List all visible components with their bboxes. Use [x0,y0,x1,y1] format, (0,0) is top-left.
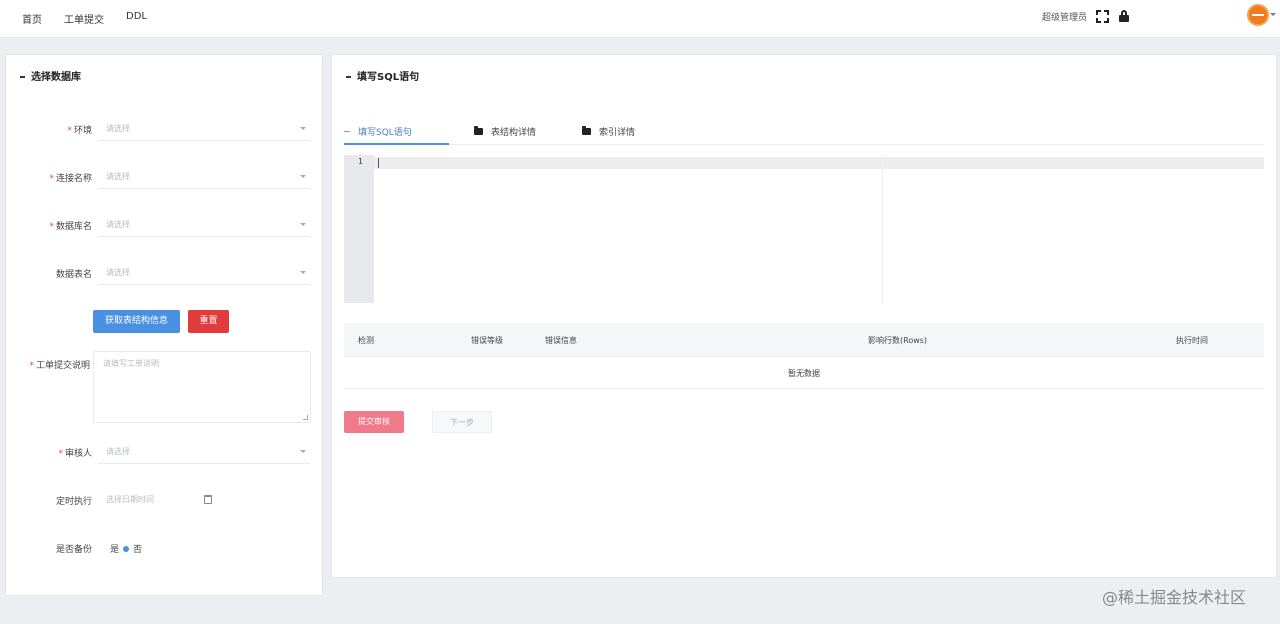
sql-code-editor[interactable]: 1 [344,155,1264,303]
database-select-panel: 选择数据库 * 环境 请选择 * 连接名称 请选择 * 数据库名 请选择 数据表名 请… [5,54,323,596]
tab-bar: 填写SQL语句 表结构详情 索引详情 [344,121,1264,145]
column-exec-time: 执行时间 [1176,336,1208,345]
check-result-table: 检测 错误等级 错误信息 影响行数(Rows) 执行时间 暂无数据 [344,323,1264,389]
backup-label: 是否备份 [55,545,92,555]
top-nav: 首页 工单提交 DDL [22,11,147,26]
editor-cursor [378,158,379,168]
description-label: 工单提交说明 [35,361,90,371]
approver-label: 审核人 [64,449,92,459]
table-header: 检测 错误等级 错误信息 影响行数(Rows) 执行时间 [344,323,1264,357]
sql-editor-panel: 填写SQL语句 填写SQL语句 表结构详情 索引详情 1 检测 错误等级 错误信… [331,54,1277,578]
connection-select[interactable]: 请选择 [98,165,310,189]
approver-row: * 审核人 请选择 [6,440,324,464]
radio-selected-icon[interactable] [123,545,130,552]
schedule-date-input[interactable]: 选择日期时间 [98,488,212,512]
top-navbar: 首页 工单提交 DDL 超级管理员 [0,0,1280,38]
database-label: 数据库名 [55,222,92,232]
chevron-down-icon [300,271,306,274]
tab-sql[interactable]: 填写SQL语句 [344,125,412,138]
environment-label: 环境 [73,126,92,136]
backup-option-no[interactable]: 否 [133,542,142,555]
schedule-label: 定时执行 [55,497,92,507]
panel-title: 填写SQL语句 [346,68,419,83]
top-actions: 超级管理员 [1042,9,1130,23]
chevron-down-icon [300,450,306,453]
column-affected-rows: 影响行数(Rows) [868,336,928,345]
lock-icon[interactable] [1118,9,1130,23]
tab-table-structure[interactable]: 表结构详情 [474,125,536,138]
connection-label: 连接名称 [55,174,92,184]
reset-button[interactable]: 重置 [188,310,229,333]
active-tab-indicator [344,143,449,145]
editor-active-line[interactable] [374,157,1264,169]
panel-title: 选择数据库 [20,68,81,83]
chevron-down-icon [300,127,306,130]
fetch-schema-button[interactable]: 获取表结构信息 [93,310,180,333]
folder-icon [582,126,591,135]
column-check: 检测 [358,336,374,345]
table-row-field: 数据表名 请选择 [6,261,324,285]
chevron-down-icon[interactable] [1270,13,1276,16]
fullscreen-icon[interactable] [1096,9,1109,23]
tab-index[interactable]: 索引详情 [582,125,635,138]
connection-row: * 连接名称 请选择 [6,165,324,189]
user-name[interactable]: 超级管理员 [1042,10,1087,23]
approver-select[interactable]: 请选择 [98,440,310,464]
submit-review-button[interactable]: 提交审核 [344,411,404,433]
column-error-level: 错误等级 [471,336,503,345]
table-name-select[interactable]: 请选择 [98,261,310,285]
database-row: * 数据库名 请选择 [6,213,324,237]
watermark: @稀土掘金技术社区 [1102,588,1247,607]
environment-select[interactable]: 请选择 [98,117,310,141]
editor-print-margin [882,155,883,303]
chevron-down-icon [300,223,306,226]
description-textarea[interactable]: 请填写工单说明 [93,351,311,423]
resize-handle[interactable] [303,415,308,420]
database-select[interactable]: 请选择 [98,213,310,237]
folder-icon [474,126,483,135]
backup-radio-group: 是 否 [110,542,142,555]
avatar[interactable] [1247,4,1269,26]
nav-ticket-submit[interactable]: 工单提交 [64,11,104,26]
editor-gutter: 1 [344,155,374,303]
dash-icon [344,131,350,132]
schedule-row: 定时执行 选择日期时间 [6,488,324,512]
calendar-icon[interactable] [204,495,212,504]
nav-home[interactable]: 首页 [22,11,42,26]
line-number: 1 [358,157,363,166]
backup-row: 是否备份 是 否 [6,536,324,560]
empty-text: 暂无数据 [788,369,820,378]
chevron-down-icon [300,175,306,178]
column-error-message: 错误信息 [545,336,577,345]
next-step-button[interactable]: 下一步 [432,411,492,433]
environment-row: * 环境 请选择 [6,117,324,141]
table-name-label: 数据表名 [55,270,92,280]
table-body: 暂无数据 [344,357,1264,389]
nav-ddl[interactable]: DDL [126,11,147,26]
backup-option-yes[interactable]: 是 [110,542,119,555]
